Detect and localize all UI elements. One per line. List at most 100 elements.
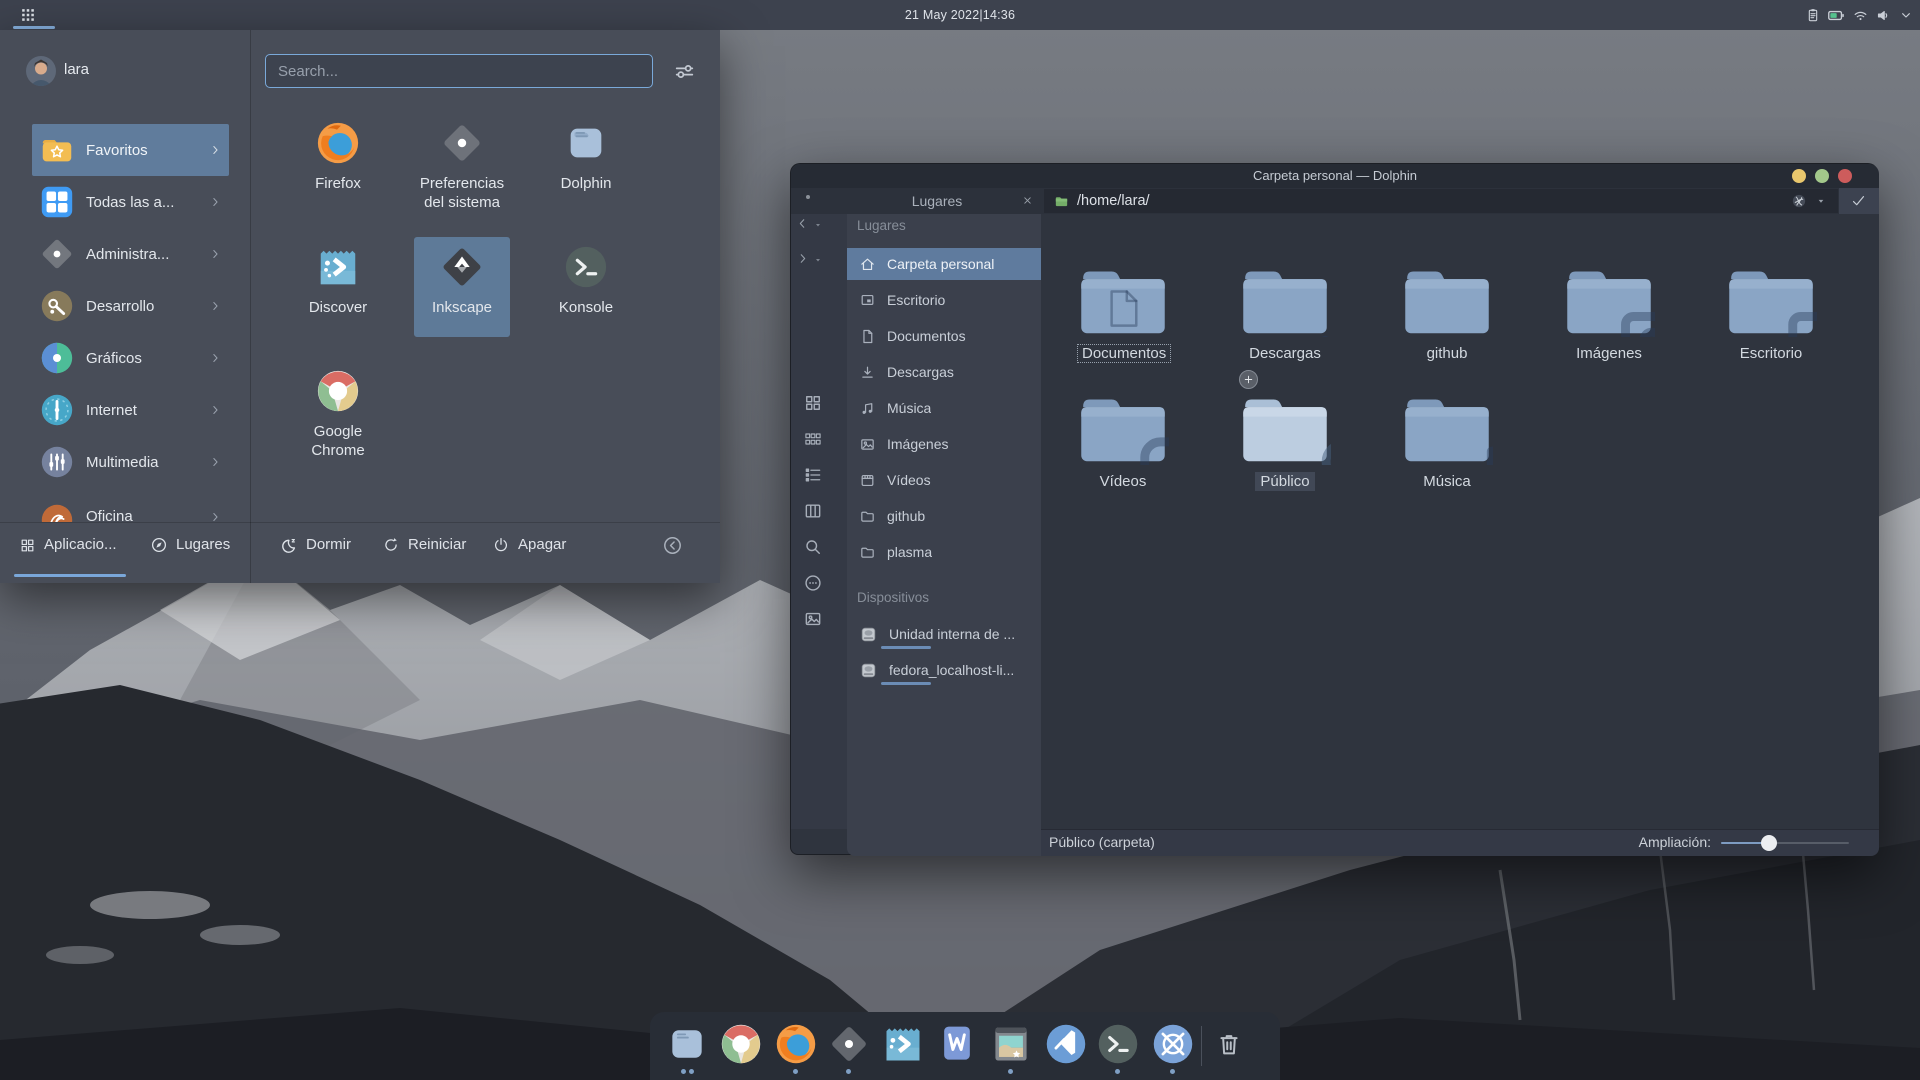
dock-image-viewer-icon[interactable] bbox=[989, 1022, 1033, 1066]
volume-icon[interactable] bbox=[1875, 7, 1892, 24]
folder-label: Imágenes bbox=[1571, 344, 1647, 363]
sidebar-item-internet[interactable]: Internet bbox=[0, 384, 250, 436]
dock-konsole-icon[interactable] bbox=[1096, 1022, 1140, 1066]
sidebar-item-oficina[interactable]: Oficina bbox=[0, 488, 250, 522]
place-github[interactable]: github bbox=[847, 500, 1041, 532]
tab-lugares[interactable]: Lugares bbox=[150, 535, 230, 555]
maximize-button[interactable] bbox=[1815, 169, 1829, 183]
place-imagenes[interactable]: Imágenes bbox=[847, 428, 1041, 460]
app-konsole[interactable]: Konsole bbox=[524, 244, 648, 317]
location-path[interactable]: /home/lara/ bbox=[1077, 189, 1150, 213]
place-descargas[interactable]: Descargas bbox=[847, 356, 1041, 388]
sidebar-item-multimedia[interactable]: Multimedia bbox=[0, 436, 250, 488]
running-indicator bbox=[681, 1069, 686, 1074]
zoom-slider[interactable] bbox=[1721, 829, 1849, 856]
wifi-icon[interactable] bbox=[1852, 7, 1869, 24]
place-videos[interactable]: Vídeos bbox=[847, 464, 1041, 496]
location-bar[interactable]: /home/lara/ bbox=[1044, 189, 1838, 213]
folder-icon bbox=[1077, 263, 1169, 337]
dock-writer-w-icon[interactable] bbox=[935, 1022, 979, 1066]
details-view-button[interactable] bbox=[803, 465, 823, 485]
device-fedora-localhost[interactable]: fedora_localhost-li... bbox=[847, 654, 1041, 686]
google-chrome-icon bbox=[315, 368, 361, 414]
sidebar-item-desarrollo[interactable]: Desarrollo bbox=[0, 280, 250, 332]
app-preferencias-del-sistema[interactable]: Preferencias del sistema bbox=[400, 120, 524, 212]
forward-button[interactable] bbox=[795, 251, 810, 266]
dock-firefox-icon[interactable] bbox=[774, 1022, 818, 1066]
configure-icon[interactable] bbox=[672, 59, 697, 84]
search-input[interactable] bbox=[265, 54, 653, 88]
running-indicator bbox=[1170, 1069, 1175, 1074]
close-button[interactable] bbox=[1838, 169, 1852, 183]
folder-label: Escritorio bbox=[1735, 344, 1808, 363]
system-administration-icon bbox=[38, 235, 76, 273]
mounted-indicator bbox=[881, 682, 931, 685]
shutdown-button[interactable]: Apagar bbox=[492, 535, 566, 555]
tab-aplicaciones[interactable]: Aplicacio... bbox=[19, 535, 117, 555]
avatar[interactable] bbox=[26, 56, 56, 86]
place-musica[interactable]: Música bbox=[847, 392, 1041, 424]
dock-dolphin-icon[interactable] bbox=[665, 1022, 709, 1066]
sidebar-item-todas-las-aplicaciones[interactable]: Todas las a... bbox=[0, 176, 250, 228]
folder-imagenes[interactable]: Imágenes bbox=[1563, 263, 1655, 363]
accept-location-button[interactable] bbox=[1839, 188, 1879, 214]
place-escritorio[interactable]: Escritorio bbox=[847, 284, 1041, 316]
dock-xorg-icon[interactable] bbox=[1151, 1022, 1195, 1066]
dock-trash-icon[interactable] bbox=[1215, 1030, 1243, 1058]
sleep-button[interactable]: Dormir bbox=[279, 535, 351, 555]
place-documentos[interactable]: Documentos bbox=[847, 320, 1041, 352]
download-icon bbox=[859, 364, 876, 381]
preview-button[interactable] bbox=[803, 609, 823, 629]
battery-icon[interactable] bbox=[1826, 6, 1845, 25]
compact-view-button[interactable] bbox=[803, 429, 823, 449]
slider-thumb[interactable] bbox=[1761, 835, 1777, 851]
sidebar-item-administracion[interactable]: Administra... bbox=[0, 228, 250, 280]
app-google-chrome[interactable]: Google Chrome bbox=[276, 368, 400, 460]
forward-history-dropdown-icon[interactable] bbox=[812, 254, 824, 266]
clipboard-icon[interactable] bbox=[1805, 7, 1821, 23]
close-panel-icon[interactable] bbox=[1021, 194, 1034, 207]
app-dolphin[interactable]: Dolphin bbox=[524, 120, 648, 193]
folder-videos[interactable]: Vídeos bbox=[1077, 391, 1169, 491]
hard-drive-icon bbox=[859, 661, 878, 680]
back-history-dropdown-icon[interactable] bbox=[812, 219, 824, 231]
icons-view-button[interactable] bbox=[803, 393, 823, 413]
sidebar-item-graficos[interactable]: Gráficos bbox=[0, 332, 250, 384]
folder-escritorio[interactable]: Escritorio bbox=[1725, 263, 1817, 363]
add-selection-badge[interactable] bbox=[1239, 370, 1258, 389]
stop-reload-icon[interactable] bbox=[1790, 192, 1808, 210]
dock-vscode-icon[interactable] bbox=[1044, 1022, 1088, 1066]
folder-musica[interactable]: Música bbox=[1401, 391, 1493, 491]
device-unidad-interna[interactable]: Unidad interna de ... bbox=[847, 618, 1041, 650]
more-options-button[interactable] bbox=[803, 573, 823, 593]
inkscape-icon bbox=[439, 244, 485, 290]
folder-publico[interactable]: Público bbox=[1239, 391, 1331, 491]
restart-button[interactable]: Reiniciar bbox=[382, 535, 466, 555]
clock[interactable]: 21 May 2022|14:36 bbox=[0, 0, 1920, 30]
back-button[interactable] bbox=[795, 216, 810, 231]
split-view-button[interactable] bbox=[803, 501, 823, 521]
minimize-button[interactable] bbox=[1792, 169, 1806, 183]
search-button[interactable] bbox=[803, 537, 823, 557]
dock-google-chrome-icon[interactable] bbox=[719, 1022, 763, 1066]
chevron-right-icon bbox=[208, 455, 222, 469]
desktop-icon bbox=[859, 292, 876, 309]
location-dropdown-icon[interactable] bbox=[1814, 194, 1828, 208]
folder-descargas[interactable]: Descargas bbox=[1239, 263, 1331, 363]
sidebar-item-favoritos[interactable]: Favoritos bbox=[32, 124, 229, 176]
dock-discover-icon[interactable] bbox=[881, 1022, 925, 1066]
app-inkscape[interactable]: Inkscape bbox=[400, 244, 524, 317]
dock-system-settings-icon[interactable] bbox=[827, 1022, 871, 1066]
app-firefox[interactable]: Firefox bbox=[276, 120, 400, 193]
folder-documentos[interactable]: Documentos bbox=[1077, 263, 1169, 363]
folder-green-icon bbox=[1053, 193, 1070, 210]
tray-expand-chevron-icon[interactable] bbox=[1898, 7, 1914, 23]
place-plasma[interactable]: plasma bbox=[847, 536, 1041, 568]
place-carpeta-personal[interactable]: Carpeta personal bbox=[847, 248, 1041, 280]
collapse-sidebar-icon[interactable] bbox=[662, 535, 683, 556]
app-discover[interactable]: Discover bbox=[276, 244, 400, 317]
folder-github[interactable]: github bbox=[1401, 263, 1493, 363]
music-icon bbox=[859, 400, 876, 417]
image-icon bbox=[859, 436, 876, 453]
graphics-icon bbox=[38, 339, 76, 377]
